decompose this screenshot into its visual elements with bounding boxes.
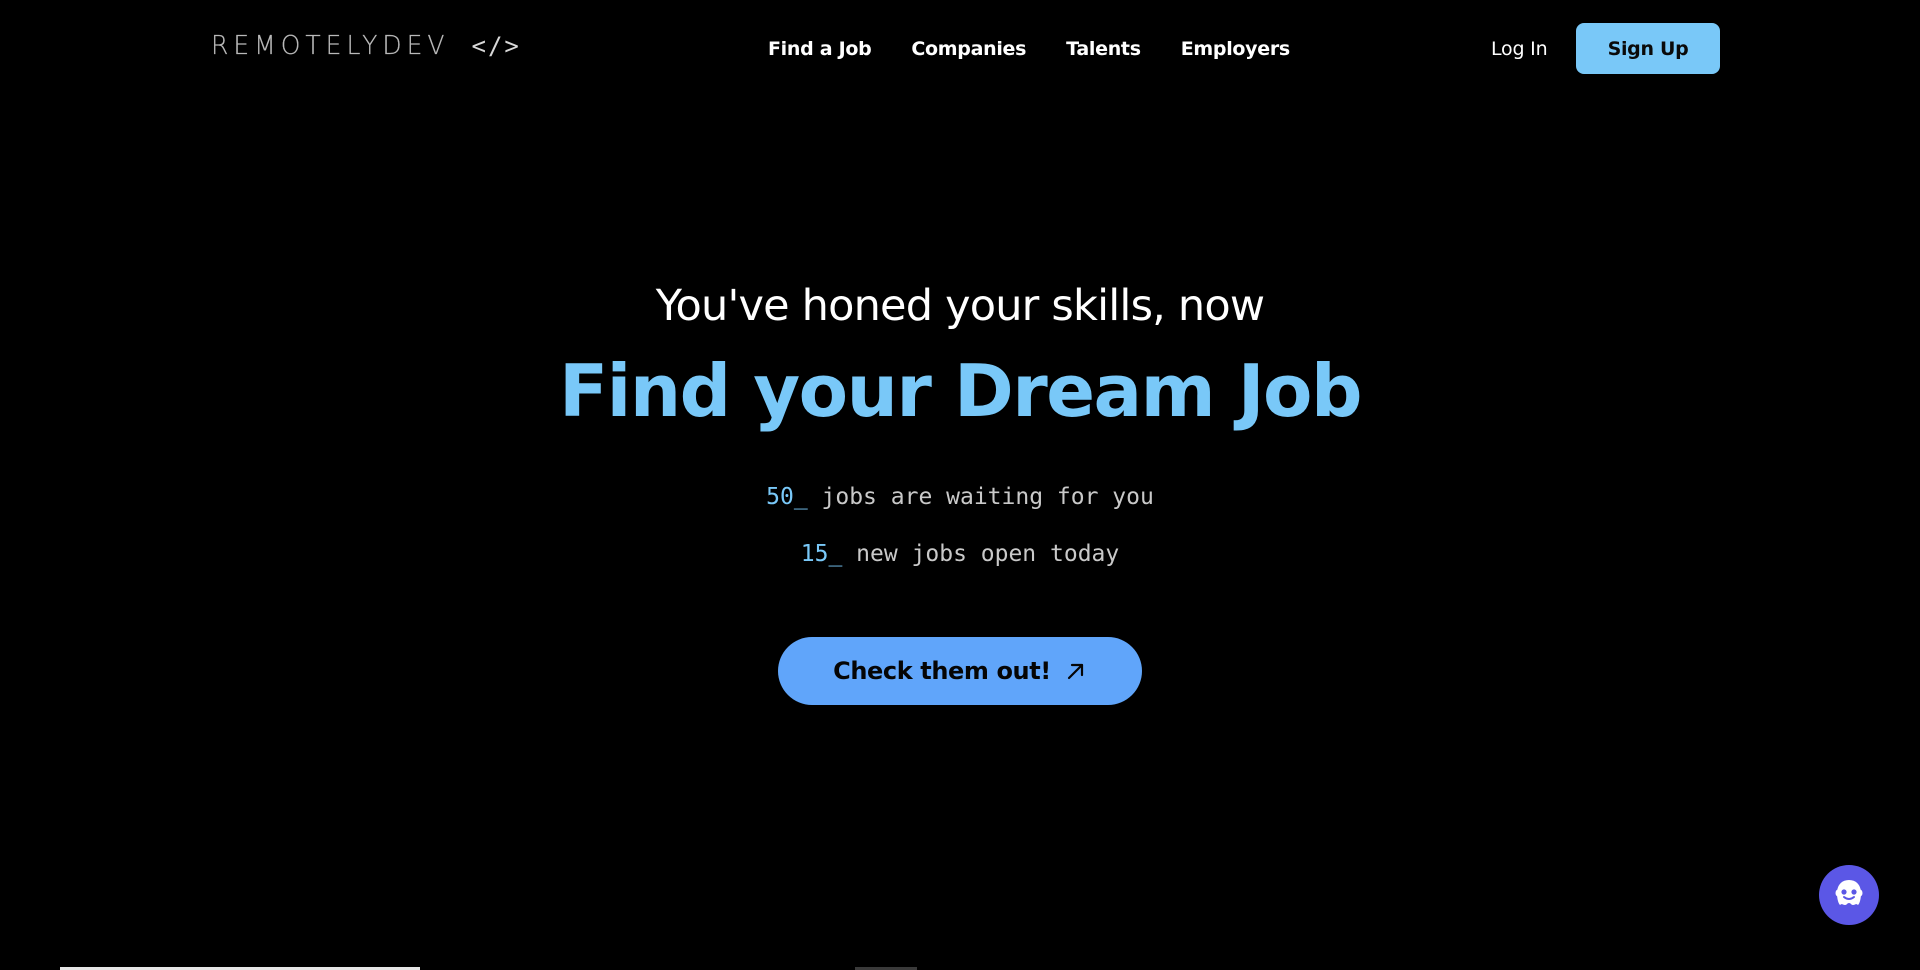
hero-subtitle: You've honed your skills, now <box>655 281 1265 331</box>
nav-find-a-job[interactable]: Find a Job <box>768 38 872 60</box>
logo-text: REMOTELYDEV <box>211 30 450 61</box>
new-jobs-text: new jobs open today <box>842 541 1120 567</box>
login-link[interactable]: Log In <box>1491 38 1548 60</box>
chat-bot-icon <box>1830 874 1868 916</box>
new-jobs-stat: 15_ new jobs open today <box>0 541 1920 569</box>
page: REMOTELYDEV </> Find a Job Companies Tal… <box>0 0 1920 970</box>
chat-widget-button[interactable] <box>1819 865 1879 925</box>
check-them-out-button[interactable]: Check them out! <box>778 637 1142 705</box>
nav-talents[interactable]: Talents <box>1066 38 1141 60</box>
cta-label: Check them out! <box>833 657 1051 685</box>
nav-companies[interactable]: Companies <box>911 38 1026 60</box>
header: REMOTELYDEV </> Find a Job Companies Tal… <box>0 0 1920 100</box>
nav-employers[interactable]: Employers <box>1181 38 1291 60</box>
logo-code-icon: </> <box>471 31 521 60</box>
jobs-waiting-text: jobs are waiting for you <box>807 484 1154 510</box>
logo-link[interactable]: REMOTELYDEV </> <box>211 30 521 61</box>
hero-title: Find your Dream Job <box>558 349 1363 433</box>
jobs-waiting-count: 50_ <box>766 484 808 510</box>
arrow-up-right-icon <box>1065 660 1087 682</box>
main-nav: Find a Job Companies Talents Employers <box>768 38 1290 60</box>
new-jobs-count: 15_ <box>800 541 843 567</box>
signup-button[interactable]: Sign Up <box>1576 23 1720 74</box>
jobs-waiting-stat: 50_ jobs are waiting for you <box>0 484 1920 512</box>
